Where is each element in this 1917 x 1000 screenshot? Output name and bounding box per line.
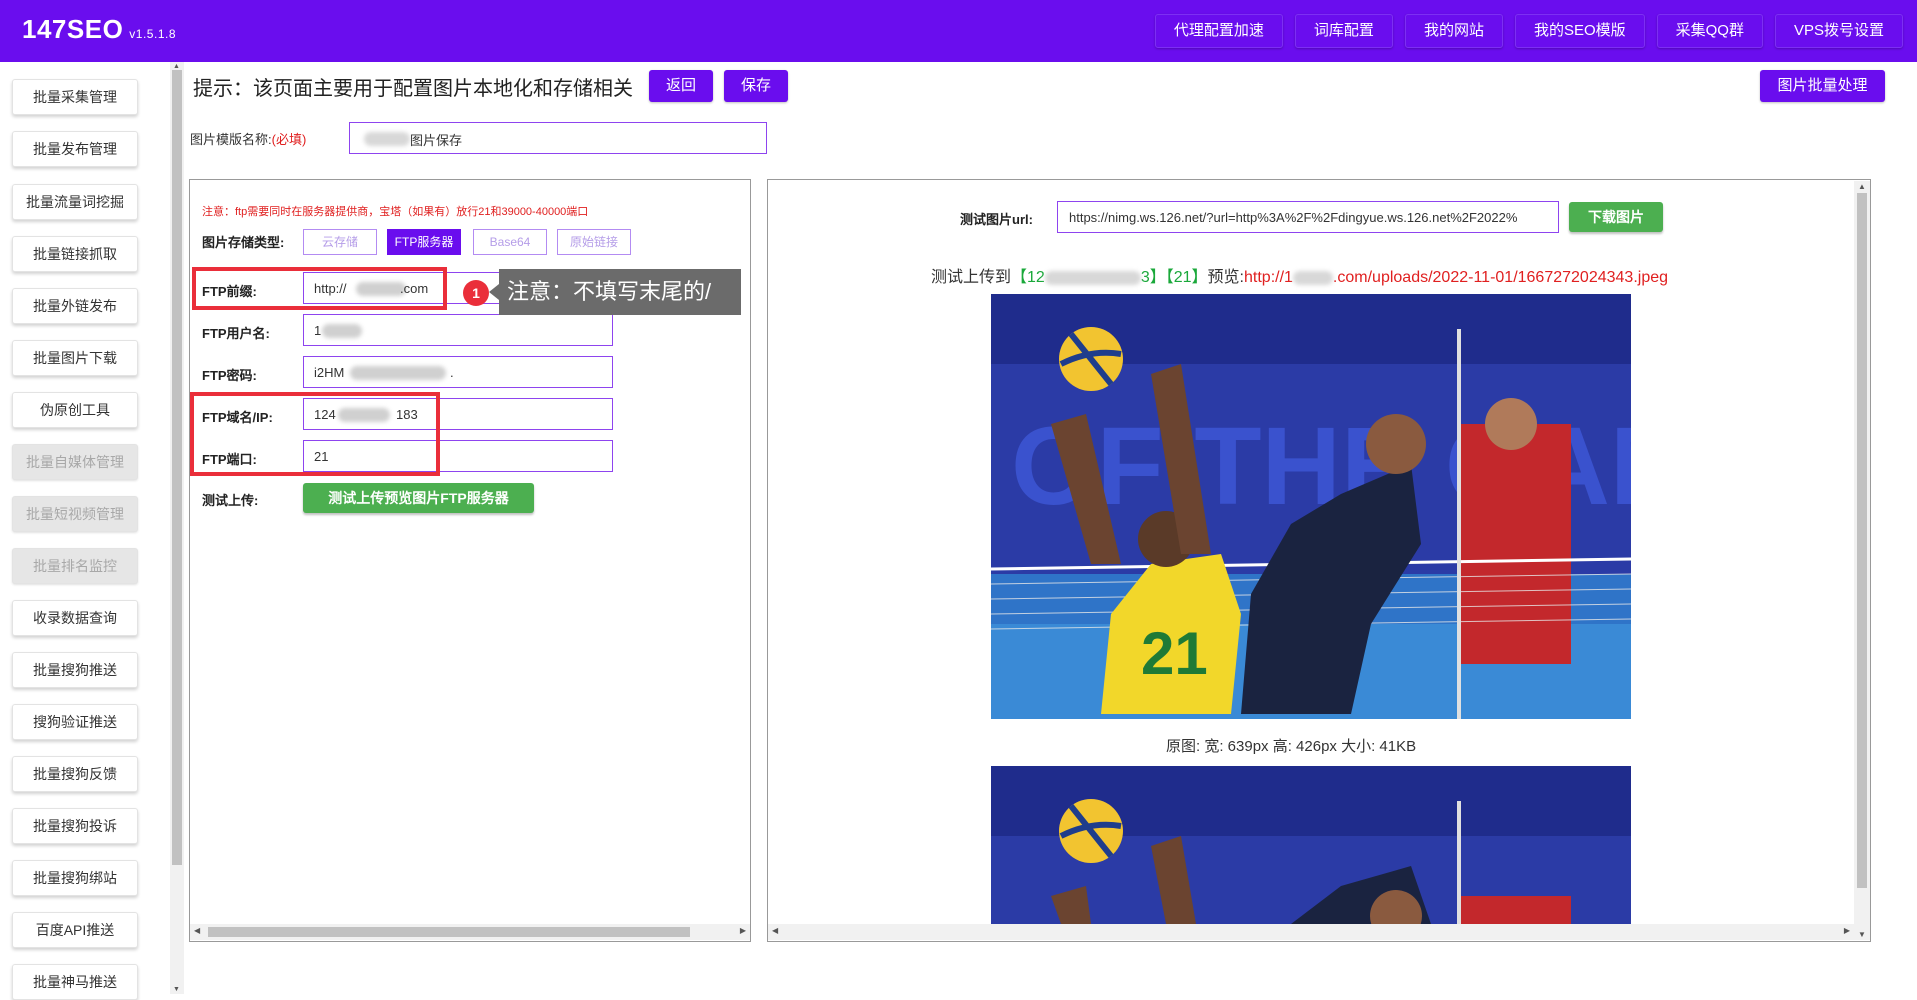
callout-tooltip: 注意：不填写末尾的/ bbox=[489, 269, 741, 315]
ftp-username-value: 1 bbox=[314, 323, 322, 338]
storage-type-cloud[interactable]: 云存储 bbox=[303, 229, 377, 255]
result-prefix: 测试上传到 bbox=[931, 269, 1012, 286]
highlight-prefix bbox=[192, 267, 447, 310]
template-name-label-text: 图片模版名称: bbox=[190, 132, 272, 147]
storage-type-original[interactable]: 原始链接 bbox=[557, 229, 631, 255]
app-brand: 147SEO v1.5.1.8 bbox=[22, 14, 176, 45]
test-url-input[interactable]: https://nimg.ws.126.net/?url=http%3A%2F%… bbox=[1057, 201, 1559, 233]
redacted-blur bbox=[1044, 270, 1141, 285]
test-url-value: https://nimg.ws.126.net/?url=http%3A%2F%… bbox=[1069, 210, 1518, 225]
template-name-label: 图片模版名称:(必填) bbox=[190, 129, 306, 148]
template-name-value: 图片保存 bbox=[410, 133, 463, 148]
sidebar-scrollbar[interactable]: ▲ ▼ bbox=[170, 62, 184, 994]
nav-wordlib-config[interactable]: 词库配置 bbox=[1294, 14, 1393, 48]
brand-name: 147SEO bbox=[22, 14, 124, 44]
nav-proxy-config[interactable]: 代理配置加速 bbox=[1154, 14, 1283, 48]
scroll-up-icon[interactable]: ▲ bbox=[1858, 182, 1866, 191]
result-preview-label: 预览: bbox=[1207, 269, 1244, 286]
result-host-start: 【12 bbox=[1011, 269, 1045, 286]
right-panel-vscrollbar[interactable]: ▲ ▼ bbox=[1854, 181, 1870, 940]
result-host-end: 3】 bbox=[1140, 269, 1166, 286]
top-header: 147SEO v1.5.1.8 代理配置加速 词库配置 我的网站 我的SEO模版 … bbox=[0, 0, 1917, 62]
ftp-username-label: FTP用户名: bbox=[202, 326, 270, 341]
back-button[interactable]: 返回 bbox=[649, 70, 713, 102]
sidebar-item-sogou-complaint[interactable]: 批量搜狗投诉 bbox=[12, 808, 138, 844]
sidebar-item-sogou-feedback[interactable]: 批量搜狗反馈 bbox=[12, 756, 138, 792]
app-version: v1.5.1.8 bbox=[129, 27, 176, 41]
volleyball-photo-copy bbox=[991, 766, 1631, 924]
sidebar-item-image-download[interactable]: 批量图片下载 bbox=[12, 340, 138, 376]
ftp-username-input[interactable]: 1 bbox=[303, 314, 613, 346]
ftp-port-note: 注意：ftp需要同时在服务器提供商，宝塔（如果有）放行21和39000-4000… bbox=[202, 206, 589, 218]
scroll-down-icon[interactable]: ▼ bbox=[1858, 930, 1866, 939]
sidebar-item-traffic-keywords[interactable]: 批量流量词挖掘 bbox=[12, 184, 138, 220]
test-upload-button[interactable]: 测试上传预览图片FTP服务器 bbox=[303, 483, 534, 513]
nav-my-seo-templates[interactable]: 我的SEO模版 bbox=[1514, 14, 1645, 48]
result-link-end[interactable]: .com/uploads/2022-11-01/1667272024343.jp… bbox=[1333, 269, 1668, 286]
highlight-host-port bbox=[190, 392, 440, 476]
svg-text:21: 21 bbox=[1141, 620, 1208, 687]
scroll-right-icon[interactable]: ▶ bbox=[1844, 926, 1850, 935]
ftp-password-input[interactable]: i2HM . bbox=[303, 356, 613, 388]
storage-type-label: 图片存储类型: bbox=[202, 235, 285, 250]
sidebar-item-baidu-api[interactable]: 百度API推送 bbox=[12, 912, 138, 948]
sidebar-item-external-links[interactable]: 批量外链发布 bbox=[12, 288, 138, 324]
sidebar-item-batch-publish[interactable]: 批量发布管理 bbox=[12, 131, 138, 167]
scroll-right-icon[interactable]: ▶ bbox=[740, 926, 746, 935]
sidebar-item-index-query[interactable]: 收录数据查询 bbox=[12, 600, 138, 636]
batch-image-button[interactable]: 图片批量处理 bbox=[1760, 70, 1885, 102]
storage-type-ftp[interactable]: FTP服务器 bbox=[387, 229, 461, 255]
page-tip: 提示：该页面主要用于配置图片本地化和存储相关 bbox=[193, 78, 633, 100]
image-dimensions-text: 原图: 宽: 639px 高: 426px 大小: 41KB bbox=[1166, 738, 1417, 755]
callout-number-badge: 1 bbox=[463, 280, 489, 306]
left-panel-hscroll-thumb[interactable] bbox=[208, 927, 690, 937]
test-url-label: 测试图片url: bbox=[960, 212, 1033, 227]
sidebar-item-sogou-push[interactable]: 批量搜狗推送 bbox=[12, 652, 138, 688]
left-panel-hscrollbar[interactable]: ◀ ▶ bbox=[190, 924, 750, 940]
nav-my-sites[interactable]: 我的网站 bbox=[1404, 14, 1503, 48]
save-button[interactable]: 保存 bbox=[724, 70, 788, 102]
right-panel-hscrollbar[interactable]: ◀ ▶ bbox=[768, 924, 1854, 940]
volleyball-photo: OF THE GAME 21 bbox=[991, 294, 1631, 719]
right-panel-vscroll-thumb[interactable] bbox=[1857, 193, 1867, 888]
sidebar-item-pseudo-original[interactable]: 伪原创工具 bbox=[12, 392, 138, 428]
test-upload-label: 测试上传: bbox=[202, 493, 259, 508]
sidebar-item-batch-collect[interactable]: 批量采集管理 bbox=[12, 79, 138, 115]
ftp-password-value-end: . bbox=[450, 365, 454, 380]
sidebar: 批量采集管理 批量发布管理 批量流量词挖掘 批量链接抓取 批量外链发布 批量图片… bbox=[0, 62, 170, 1000]
storage-type-base64[interactable]: Base64 bbox=[473, 229, 547, 255]
result-port: 【21】 bbox=[1165, 269, 1208, 286]
original-preview-image bbox=[991, 766, 1631, 924]
sidebar-scroll-thumb[interactable] bbox=[172, 70, 182, 865]
ftp-password-label: FTP密码: bbox=[202, 368, 257, 383]
uploaded-preview-image: OF THE GAME 21 bbox=[991, 294, 1631, 719]
ftp-password-value-start: i2HM bbox=[314, 365, 345, 380]
sidebar-item-media-manage: 批量自媒体管理 bbox=[12, 444, 138, 480]
top-nav: 代理配置加速 词库配置 我的网站 我的SEO模版 采集QQ群 VPS拨号设置 bbox=[1154, 14, 1903, 48]
nav-qq-groups[interactable]: 采集QQ群 bbox=[1656, 14, 1763, 48]
scroll-up-icon[interactable]: ▲ bbox=[173, 63, 180, 70]
sidebar-item-shenma-push[interactable]: 批量神马推送 bbox=[12, 964, 138, 1000]
scroll-down-icon[interactable]: ▼ bbox=[173, 986, 180, 993]
redacted-blur bbox=[1292, 270, 1333, 285]
required-mark: (必填) bbox=[271, 132, 307, 147]
sidebar-item-short-video: 批量短视频管理 bbox=[12, 496, 138, 532]
template-name-input[interactable]: 图片保存 bbox=[349, 122, 767, 154]
scroll-left-icon[interactable]: ◀ bbox=[772, 926, 778, 935]
sidebar-item-rank-monitor: 批量排名监控 bbox=[12, 548, 138, 584]
redacted-blur bbox=[364, 132, 410, 146]
redacted-blur bbox=[322, 324, 362, 338]
download-image-button[interactable]: 下载图片 bbox=[1569, 202, 1663, 232]
sidebar-item-sogou-verify-push[interactable]: 搜狗验证推送 bbox=[12, 704, 138, 740]
redacted-blur bbox=[350, 366, 446, 380]
sidebar-item-sogou-bind[interactable]: 批量搜狗绑站 bbox=[12, 860, 138, 896]
sidebar-item-link-crawl[interactable]: 批量链接抓取 bbox=[12, 236, 138, 272]
result-link-start[interactable]: http://1 bbox=[1244, 269, 1293, 286]
scroll-left-icon[interactable]: ◀ bbox=[194, 926, 200, 935]
nav-vps-dialup[interactable]: VPS拨号设置 bbox=[1774, 14, 1903, 48]
upload-result-line: 测试上传到【12 3】【21】预览:http://1 .com/uploads/20… bbox=[931, 263, 1668, 287]
